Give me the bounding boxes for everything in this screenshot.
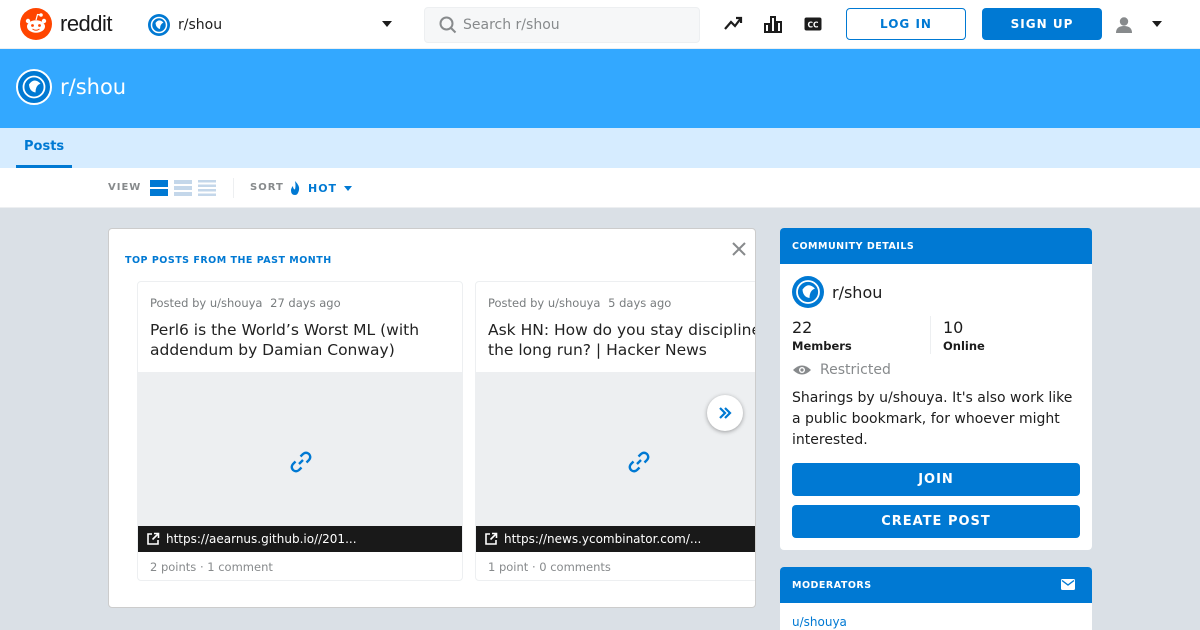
post-card[interactable]: Posted by u/shouya 5 days ago Ask HN: Ho… (475, 281, 755, 581)
reddit-logo[interactable]: reddit (20, 8, 113, 40)
link-icon (290, 451, 312, 473)
link-icon (628, 451, 650, 473)
online-label: Online (943, 339, 985, 353)
join-button[interactable]: JOIN (792, 463, 1080, 496)
moderators-heading: MODERATORS (780, 567, 1092, 603)
post-title[interactable]: Perl6 is the World’s Worst ML (with adde… (150, 320, 460, 360)
stats-icon[interactable] (763, 14, 783, 34)
post-thumbnail[interactable] (476, 372, 755, 526)
community-icon (16, 69, 52, 105)
community-selector-label: r/shou (178, 17, 223, 33)
external-link-icon (147, 532, 160, 545)
trending-icon[interactable] (723, 14, 743, 34)
community-description: Sharings by u/shouya. It's also work lik… (792, 390, 1073, 448)
moderators-card: MODERATORS u/shouya (780, 567, 1092, 630)
user-menu[interactable] (1112, 12, 1162, 38)
community-name: r/shou (832, 282, 883, 302)
search-input[interactable] (463, 17, 683, 33)
card-view-icon[interactable] (150, 180, 168, 196)
restricted-status: Restricted (792, 362, 891, 378)
flame-icon (291, 181, 300, 195)
top-posts-heading: TOP POSTS FROM THE PAST MONTH (125, 255, 332, 266)
compact-view-icon[interactable] (198, 180, 216, 196)
moderator-link[interactable]: u/shouya (792, 615, 847, 629)
community-selector[interactable]: r/shou (148, 12, 398, 38)
members-count: 22 (792, 318, 813, 337)
svg-text:CC: CC (807, 21, 819, 30)
community-icon (792, 276, 824, 308)
chevron-down-icon (382, 21, 392, 27)
sort-hot-dropdown[interactable]: HOT (288, 180, 353, 196)
post-meta: Posted by u/shouya 27 days ago (150, 296, 341, 310)
sort-label: SORT (250, 182, 284, 193)
eye-icon (793, 365, 811, 375)
tab-posts[interactable]: Posts (16, 128, 73, 168)
moderators-heading-label: MODERATORS (792, 579, 872, 591)
search-box[interactable] (424, 7, 700, 43)
members-label: Members (792, 339, 852, 353)
post-thumbnail[interactable] (138, 372, 462, 526)
post-title[interactable]: Ask HN: How do you stay disciplined the … (488, 320, 755, 360)
post-age: 27 days ago (270, 296, 341, 310)
post-url: https://news.ycombinator.com/... (504, 532, 702, 546)
external-link-icon (485, 532, 498, 545)
post-stats: 1 point · 0 comments (488, 560, 611, 574)
divider (233, 178, 234, 198)
reddit-wordmark: reddit (60, 11, 113, 36)
search-icon (439, 16, 457, 34)
community-identity[interactable]: r/shou (792, 276, 882, 308)
signup-button[interactable]: SIGN UP (982, 8, 1102, 40)
top-posts-card: TOP POSTS FROM THE PAST MONTH Posted by … (108, 228, 756, 608)
online-count: 10 (943, 318, 964, 337)
post-author[interactable]: Posted by u/shouya (488, 296, 600, 310)
reddit-alien-icon (20, 8, 52, 40)
post-meta: Posted by u/shouya 5 days ago (488, 296, 671, 310)
tab-bar: Posts (0, 128, 1200, 168)
post-url: https://aearnus.github.io//201... (166, 532, 357, 546)
closed-caption-icon[interactable]: CC (803, 14, 823, 34)
subreddit-banner: r/shou (0, 49, 1200, 128)
post-card[interactable]: Posted by u/shouya 27 days ago Perl6 is … (137, 281, 463, 581)
create-post-button[interactable]: CREATE POST (792, 505, 1080, 538)
divider (930, 316, 931, 354)
restricted-label: Restricted (820, 362, 891, 378)
close-icon[interactable] (731, 241, 747, 257)
sort-bar: VIEW SORT HOT (0, 168, 1200, 208)
user-icon (1116, 17, 1132, 33)
double-chevron-right-icon (719, 407, 732, 419)
chevron-down-icon (344, 185, 353, 191)
post-author[interactable]: Posted by u/shouya (150, 296, 262, 310)
post-age: 5 days ago (608, 296, 672, 310)
community-icon (148, 14, 170, 36)
classic-view-icon[interactable] (174, 180, 192, 196)
post-stats: 2 points · 1 comment (150, 560, 273, 574)
post-url-bar[interactable]: https://news.ycombinator.com/... (476, 526, 755, 552)
subreddit-title: r/shou (60, 75, 127, 99)
carousel-next-button[interactable] (707, 395, 743, 431)
view-label: VIEW (108, 182, 142, 193)
top-header: reddit r/shou CC LOG IN SIGN UP (0, 0, 1200, 49)
sort-value: HOT (308, 181, 338, 195)
community-details-heading: COMMUNITY DETAILS (780, 228, 1092, 264)
community-details-card: COMMUNITY DETAILS r/shou 22 Members 10 O… (780, 228, 1092, 550)
post-url-bar[interactable]: https://aearnus.github.io//201... (138, 526, 462, 552)
mail-icon[interactable] (1061, 579, 1075, 590)
chevron-down-icon (1152, 21, 1162, 27)
login-button[interactable]: LOG IN (846, 8, 966, 40)
